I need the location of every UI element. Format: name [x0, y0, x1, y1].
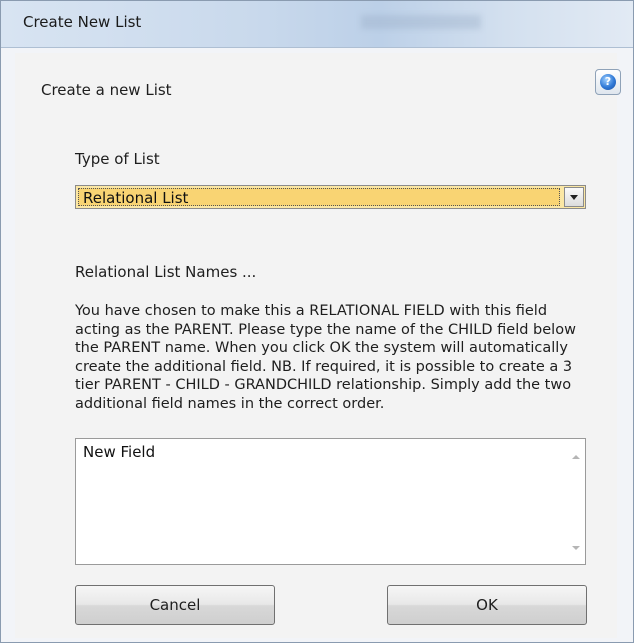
field-names-textarea[interactable]: New Field	[75, 438, 586, 565]
dialog-body: Create a new List ? Type of List Relatio…	[15, 53, 621, 638]
relational-description: You have chosen to make this a RELATIONA…	[75, 303, 576, 412]
field-names-text: New Field	[83, 443, 156, 461]
help-globe-icon: ?	[600, 74, 616, 90]
relational-list-names-label: Relational List Names ...	[75, 263, 257, 281]
title-bar-blur	[361, 15, 481, 29]
scroll-down-icon[interactable]	[572, 546, 580, 550]
help-button[interactable]: ?	[595, 69, 621, 95]
select-value: Relational List	[83, 189, 189, 207]
title-bar[interactable]: Create New List	[1, 1, 633, 48]
window-title: Create New List	[23, 13, 142, 31]
type-of-list-select[interactable]: Relational List	[75, 185, 586, 209]
chevron-down-icon	[570, 195, 578, 200]
textarea-scrollbar[interactable]	[567, 439, 585, 564]
type-of-list-label: Type of List	[75, 150, 160, 168]
cancel-button[interactable]: Cancel	[75, 585, 275, 625]
scroll-up-icon[interactable]	[572, 455, 580, 459]
select-value-box: Relational List	[78, 188, 560, 207]
dialog-heading: Create a new List	[41, 81, 172, 99]
create-new-list-window: Create New List Create a new List ? Type…	[0, 0, 634, 643]
ok-button[interactable]: OK	[387, 585, 587, 625]
dropdown-button[interactable]	[564, 187, 584, 207]
